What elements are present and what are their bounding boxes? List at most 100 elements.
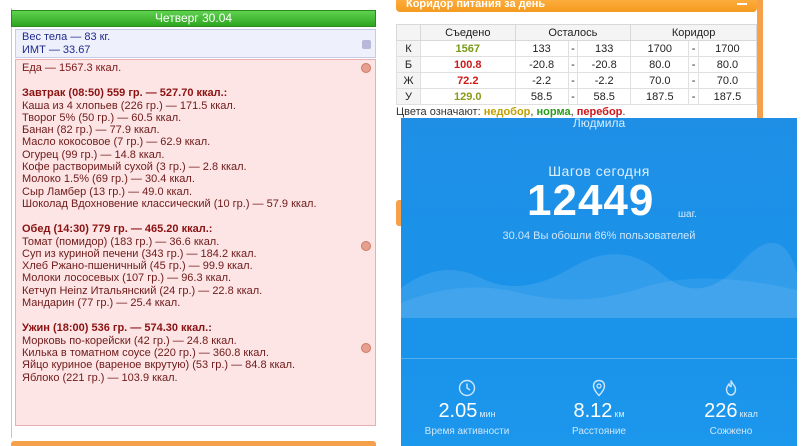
range-dash: -: [567, 40, 579, 57]
corridor-title-bar[interactable]: Коридор питания за день: [396, 0, 757, 12]
eaten-cell: 100.8: [420, 56, 516, 73]
weight-text: Вес тела — 83 кг.: [22, 31, 111, 43]
metric-activity-time[interactable]: 2.05 мин Время активности: [401, 378, 533, 437]
range-dash: -: [567, 72, 579, 89]
legend-end: .: [622, 106, 626, 118]
eaten-cell: 72.2: [420, 72, 516, 89]
table-row: К 1567 133 - 133 1700 - 1700: [396, 40, 758, 57]
metric-label: Время активности: [424, 426, 510, 437]
metric-value: 2.05: [438, 400, 478, 422]
color-legend: Цвета означают: недобор, норма, перебор.: [396, 106, 625, 118]
food-item: Шоколад Вдохновение классический (10 гр.…: [22, 197, 317, 210]
row-label: К: [396, 40, 421, 57]
corridor-title: Коридор питания за день: [406, 0, 546, 10]
food-item: Яйцо куриное (вареное вкрутую) (53 гр.) …: [22, 359, 296, 372]
metric-value: 8.12: [573, 400, 613, 422]
metric-value-row: 8.12 км: [533, 400, 665, 423]
food-item: Молоки лососевых (107 гр.) — 96.3 ккал.: [22, 272, 232, 285]
user-name: Людмила: [572, 118, 626, 130]
legend-prefix: Цвета означают:: [396, 106, 484, 118]
food-item: Банан (82 гр.) — 77.9 ккал.: [22, 124, 160, 137]
pin-icon[interactable]: [361, 241, 371, 251]
legend-under: недобор: [483, 106, 531, 118]
left-max-cell: -2.2: [577, 72, 632, 89]
column-header: [396, 24, 421, 41]
left-min-cell: 58.5: [514, 88, 569, 105]
table-row: Ж 72.2 -2.2 - -2.2 70.0 - 70.0: [396, 72, 758, 89]
table-row: Б 100.8 -20.8 - -20.8 80.0 - 80.0: [396, 56, 758, 73]
food-item: Суп из куриной печени (343 гр.) — 184.2 …: [22, 247, 257, 260]
metric-unit: ккал: [739, 409, 758, 419]
range-dash: -: [688, 88, 699, 105]
left-max-cell: 58.5: [577, 88, 632, 105]
food-item: Молоко 1.5% (69 гр.) — 30.4 ккал.: [22, 173, 195, 186]
metric-unit: мин: [479, 409, 496, 419]
meal-title[interactable]: Завтрак (08:50) 559 гр. — 527.70 ккал.:: [22, 87, 369, 99]
metric-calories[interactable]: 226 ккал Сожжено: [665, 378, 797, 437]
clock-icon: [458, 379, 476, 397]
row-label: У: [396, 88, 421, 105]
location-pin-icon: [592, 379, 606, 397]
edit-icon[interactable]: [362, 40, 371, 49]
panel-side-bar: [757, 0, 763, 118]
range-dash: -: [567, 88, 579, 105]
flame-icon: [725, 380, 737, 396]
pin-icon[interactable]: [361, 63, 371, 73]
corridor-min-cell: 70.0: [630, 72, 690, 89]
metric-distance[interactable]: 8.12 км Расстояние: [533, 378, 665, 437]
column-header: Коридор: [630, 24, 757, 41]
corridor-max-cell: 70.0: [697, 72, 758, 89]
left-min-cell: -2.2: [514, 72, 569, 89]
legend-norm: норма: [536, 106, 571, 118]
food-item: Томат (помидор) (183 гр.) — 36.6 ккал.: [22, 235, 220, 248]
steps-count: 12449: [527, 176, 655, 225]
divider: [401, 358, 797, 359]
food-item: Килька в томатном соусе (220 гр.) — 360.…: [22, 346, 269, 359]
corridor-max-cell: 187.5: [697, 88, 758, 105]
food-total: Еда — 1567.3 ккал.: [22, 62, 122, 74]
range-dash: -: [688, 72, 699, 89]
ranking-text: 30.04 Вы обошли 86% пользователей: [502, 230, 696, 242]
food-item: Морковь по-корейски (42 гр.) — 24.8 ккал…: [22, 334, 237, 347]
steps-unit: шаг.: [678, 209, 697, 220]
corridor-min-cell: 187.5: [630, 88, 690, 105]
metric-unit: км: [614, 409, 625, 419]
metric-label: Расстояние: [571, 426, 626, 437]
food-item: Яблоко (221 гр.) — 103.9 ккал.: [22, 371, 178, 384]
corridor-max-cell: 80.0: [697, 56, 758, 73]
food-item: Хлеб Ржано-пшеничный (45 гр.) — 99.9 кка…: [22, 260, 253, 273]
left-max-cell: -20.8: [577, 56, 632, 73]
legend-over: перебор: [576, 106, 623, 118]
corridor-min-cell: 80.0: [630, 56, 690, 73]
corridor-table: Съедено Осталось Коридор К 1567 133 - 13…: [396, 24, 758, 105]
food-item: Творог 5% (50 гр.) — 60.5 ккал.: [22, 111, 182, 124]
meal-title[interactable]: Ужин (18:00) 536 гр. — 574.30 ккал.:: [22, 322, 369, 334]
food-item: Сыр Ламбер (13 гр.) — 49.0 ккал.: [22, 185, 193, 198]
pin-icon[interactable]: [361, 343, 371, 353]
metric-value: 226: [704, 400, 738, 422]
left-min-cell: 133: [514, 40, 569, 57]
pedometer-screenshot: Людмила Шагов сегодня 12449 шаг. 30.04 В…: [401, 118, 797, 446]
range-dash: -: [688, 56, 699, 73]
eaten-cell: 129.0: [420, 88, 516, 105]
food-item: Мандарин (77 гр.) — 25.4 ккал.: [22, 297, 181, 310]
body-stats-box: Вес тела — 83 кг. ИМТ — 33.67: [15, 29, 376, 58]
corridor-min-cell: 1700: [630, 40, 690, 57]
day-header[interactable]: Четверг 30.04: [11, 10, 376, 27]
row-label: Ж: [396, 72, 421, 89]
metric-value-row: 226 ккал: [665, 400, 797, 423]
food-diary-panel: Четверг 30.04 Вес тела — 83 кг. ИМТ — 33…: [7, 0, 376, 446]
panel-bottom-bar: [11, 441, 376, 446]
collapse-icon[interactable]: [737, 3, 747, 5]
panel-border: [11, 8, 12, 438]
left-max-cell: 133: [577, 40, 632, 57]
left-min-cell: -20.8: [514, 56, 569, 73]
food-item: Каша из 4 хлопьев (226 гр.) — 171.5 ккал…: [22, 99, 236, 112]
corridor-max-cell: 1700: [697, 40, 758, 57]
meal-title[interactable]: Обед (14:30) 779 гр. — 465.20 ккал.:: [22, 223, 369, 235]
meal-lunch: Обед (14:30) 779 гр. — 465.20 ккал.: Том…: [22, 223, 369, 309]
food-item: Кетчуп Heinz Итальянский (24 гр.) — 22.8…: [22, 284, 263, 297]
bmi-text: ИМТ — 33.67: [22, 44, 91, 56]
food-box: Еда — 1567.3 ккал. Завтрак (08:50) 559 г…: [15, 59, 376, 426]
range-dash: -: [688, 40, 699, 57]
